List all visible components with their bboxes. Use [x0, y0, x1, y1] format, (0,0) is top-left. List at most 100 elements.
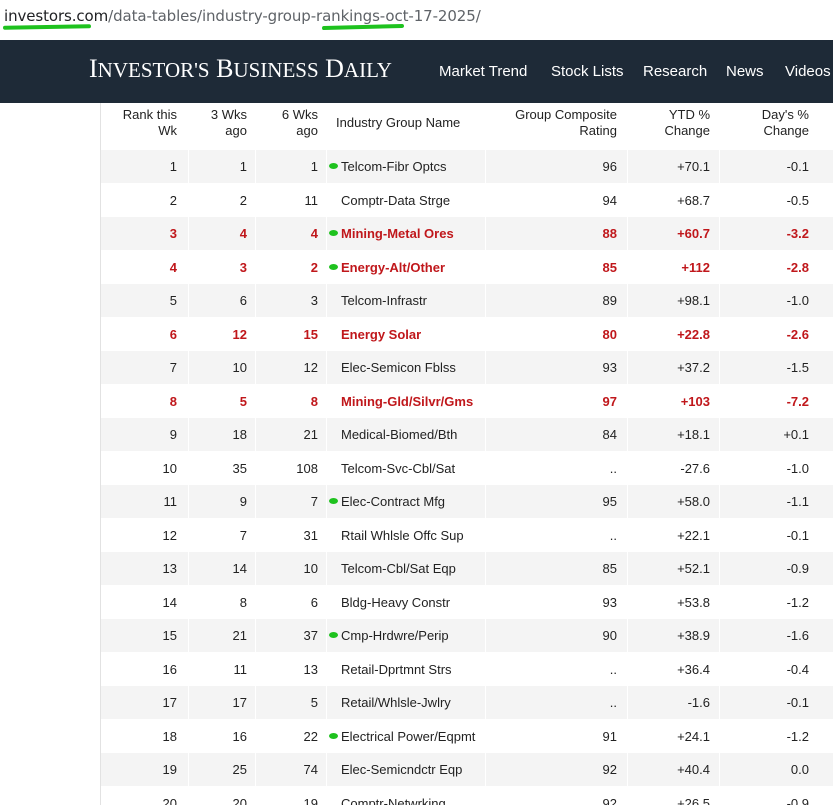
table-row[interactable]: 4 3 2 Energy-Alt/Other 85 +112 -2.8: [101, 250, 833, 284]
nav-videos[interactable]: Videos: [785, 63, 831, 80]
column-divider: [326, 250, 327, 284]
industry-group-name[interactable]: Medical-Biomed/Bth: [341, 418, 457, 451]
table-row[interactable]: 17 17 5 Retail/Whlsle-Jwlry.. -1.6 -0.1: [101, 686, 833, 719]
industry-group-name[interactable]: Telcom-Svc-Cbl/Sat: [341, 452, 455, 485]
col-3wks-ago[interactable]: 3 Wks ago: [187, 107, 247, 139]
table-row[interactable]: 7 10 12 Elec-Semicon Fblss 93 +37.2 -1.5: [101, 351, 833, 384]
col-rank-this-wk[interactable]: Rank this Wk: [97, 107, 177, 139]
ytd-change: +37.2: [677, 360, 710, 375]
table-row[interactable]: 2 2 11 Comptr-Data Strge 94 +68.7 -0.5: [101, 183, 833, 217]
col-group-composite-rating[interactable]: Group Composite Rating: [497, 107, 617, 139]
green-marker-dot: [329, 632, 338, 638]
nav-research[interactable]: Research: [643, 63, 707, 80]
table-row[interactable]: 12 7 31 Rtail Whlsle Offc Sup.. +22.1 -0.1: [101, 518, 833, 552]
industry-group-name[interactable]: Mining-Gld/Silvr/Gms: [341, 385, 473, 418]
rank-3wks-ago: 10: [232, 360, 247, 375]
column-divider: [627, 585, 628, 619]
column-divider: [627, 451, 628, 485]
group-composite-rating: 85: [602, 561, 617, 576]
group-composite-rating: 97: [602, 393, 617, 409]
industry-group-name[interactable]: Comptr-Data Strge: [341, 184, 450, 217]
rank-this-wk: 16: [162, 661, 177, 677]
column-divider: [485, 552, 486, 585]
column-divider: [719, 451, 720, 485]
rank-6wks-ago: 12: [303, 360, 318, 375]
days-change: -0.9: [786, 795, 809, 805]
rank-this-wk: 11: [163, 494, 178, 509]
table-row[interactable]: 16 11 13 Retail-Dprtmnt Strs.. +36.4 -0.4: [101, 652, 833, 686]
column-divider: [627, 518, 628, 552]
table-row[interactable]: 13 14 10 Telcom-Cbl/Sat Eqp 85 +52.1 -0.9: [101, 552, 833, 585]
col-rank-line2: Wk: [158, 123, 177, 138]
table-row[interactable]: 11 9 7 Elec-Contract Mfg 95 +58.0 -1.1: [101, 485, 833, 518]
rank-3wks-ago: 6: [239, 293, 247, 308]
column-divider: [326, 384, 327, 418]
rank-this-wk: 3: [169, 226, 177, 241]
industry-group-name[interactable]: Telcom-Fibr Optcs: [341, 150, 446, 183]
days-change: -1.2: [786, 594, 809, 610]
column-divider: [255, 786, 256, 805]
table-row[interactable]: 10 35 108 Telcom-Svc-Cbl/Sat.. -27.6 -1.0: [101, 451, 833, 485]
table-row[interactable]: 3 4 4 Mining-Metal Ores 88 +60.7 -3.2: [101, 217, 833, 250]
industry-group-name[interactable]: Cmp-Hrdwre/Perip: [341, 619, 449, 652]
column-divider: [627, 284, 628, 317]
rank-6wks-ago: 31: [303, 527, 318, 543]
table-row[interactable]: 14 8 6 Bldg-Heavy Constr 93 +53.8 -1.2: [101, 585, 833, 619]
industry-group-name[interactable]: Telcom-Cbl/Sat Eqp: [341, 552, 456, 585]
rank-this-wk: 14: [162, 594, 177, 610]
table-row[interactable]: 1 1 1 Telcom-Fibr Optcs 96 +70.1 -0.1: [101, 150, 833, 183]
industry-group-name[interactable]: Comptr-Netwrking: [341, 787, 446, 805]
col-ytd-change[interactable]: YTD % Change: [630, 107, 710, 139]
column-divider: [719, 351, 720, 384]
industry-group-name[interactable]: Elec-Contract Mfg: [341, 485, 445, 518]
nav-stock-lists[interactable]: Stock Lists: [551, 63, 624, 80]
industry-group-name[interactable]: Bldg-Heavy Constr: [341, 586, 450, 619]
column-divider: [485, 585, 486, 619]
nav-market-trend[interactable]: Market Trend: [439, 63, 527, 80]
group-composite-rating: ..: [609, 527, 617, 543]
industry-group-name[interactable]: Mining-Metal Ores: [341, 217, 454, 250]
table-row[interactable]: 8 5 8 Mining-Gld/Silvr/Gms 97 +103 -7.2: [101, 384, 833, 418]
nav-news[interactable]: News: [726, 63, 764, 80]
industry-group-name[interactable]: Energy-Alt/Other: [341, 251, 445, 284]
site-logo[interactable]: INVESTOR'S BUSINESS DAILY: [89, 54, 392, 84]
column-divider: [485, 719, 486, 753]
industry-group-name[interactable]: Elec-Semicon Fblss: [341, 351, 456, 384]
industry-group-name[interactable]: Telcom-Infrastr: [341, 284, 427, 317]
col-name-label: Industry Group Name: [336, 115, 461, 130]
table-row[interactable]: 18 16 22 Electrical Power/Eqpmt 91 +24.1 -1.2: [101, 719, 833, 753]
table-row[interactable]: 6 12 15 Energy Solar 80 +22.8 -2.6: [101, 317, 833, 351]
industry-group-name[interactable]: Elec-Semicndctr Eqp: [341, 753, 462, 786]
industry-group-name[interactable]: Retail-Dprtmnt Strs: [341, 653, 452, 686]
column-divider: [485, 485, 486, 518]
industry-group-name[interactable]: Rtail Whlsle Offc Sup: [341, 519, 464, 552]
column-divider: [255, 150, 256, 183]
col-industry-group-name[interactable]: Industry Group Name: [336, 115, 460, 131]
rank-3wks-ago: 2: [239, 192, 247, 208]
address-bar[interactable]: investors.com/data-tables/industry-group…: [0, 0, 833, 40]
column-divider: [627, 183, 628, 217]
table-row[interactable]: 9 18 21 Medical-Biomed/Bth 84 +18.1 +0.1: [101, 418, 833, 451]
column-divider: [326, 719, 327, 753]
table-row[interactable]: 5 6 3 Telcom-Infrastr 89 +98.1 -1.0: [101, 284, 833, 317]
rank-6wks-ago: 2: [310, 259, 318, 275]
industry-group-name[interactable]: Energy Solar: [341, 318, 421, 351]
column-divider: [326, 217, 327, 250]
url-text[interactable]: investors.com/data-tables/industry-group…: [4, 7, 481, 25]
rankings-table: Rank this Wk 3 Wks ago 6 Wks ago Industr…: [0, 103, 833, 805]
col-ytd-line1: YTD %: [668, 107, 710, 122]
table-row[interactable]: 20 20 19 Comptr-Netwrking 92 +26.5 -0.9: [101, 786, 833, 805]
column-divider: [719, 518, 720, 552]
column-divider: [485, 518, 486, 552]
ytd-change: +52.1: [677, 561, 710, 576]
days-change: -1.0: [786, 293, 809, 308]
url-path-prefix: /data-tables/industry-group-rankings-: [108, 7, 386, 25]
industry-group-name[interactable]: Retail/Whlsle-Jwlry: [341, 686, 451, 719]
table-row[interactable]: 15 21 37 Cmp-Hrdwre/Perip 90 +38.9 -1.6: [101, 619, 833, 652]
column-divider: [627, 418, 628, 451]
column-divider: [255, 384, 256, 418]
industry-group-name[interactable]: Electrical Power/Eqpmt: [341, 720, 475, 753]
table-row[interactable]: 19 25 74 Elec-Semicndctr Eqp 92 +40.4 0.0: [101, 753, 833, 786]
col-6wks-ago[interactable]: 6 Wks ago: [258, 107, 318, 139]
col-days-change[interactable]: Day's % Change: [729, 107, 809, 139]
